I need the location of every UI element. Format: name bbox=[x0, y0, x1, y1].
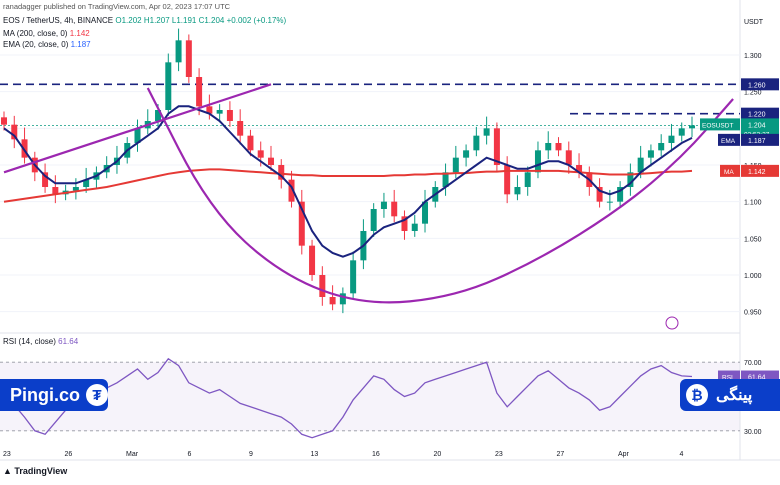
x-tick-label: 6 bbox=[188, 451, 192, 458]
chart-area: USDT1.3001.2501.2001.1501.1001.0501.0000… bbox=[0, 0, 780, 480]
candle-body bbox=[175, 40, 182, 63]
y-tick-label: 1.100 bbox=[744, 200, 762, 207]
rsi-y-tick-label: 30.00 bbox=[744, 429, 762, 436]
candle-body bbox=[452, 157, 459, 173]
x-tick-label: 23 bbox=[495, 451, 503, 458]
currency-label: USDT bbox=[744, 19, 764, 26]
candle-body bbox=[689, 125, 695, 129]
ma-legend: MA (200, close, 0) 1.142 bbox=[3, 29, 90, 38]
ema-legend-label: EMA (20, close, 0) bbox=[3, 40, 69, 49]
candle-body bbox=[380, 201, 387, 209]
candle-body bbox=[370, 209, 377, 231]
chart-svg: USDT1.3001.2501.2001.1501.1001.0501.0000… bbox=[0, 0, 780, 480]
symbol-name: EOS / TetherUS, 4h, BINANCE bbox=[3, 16, 114, 25]
candle-body bbox=[185, 40, 192, 77]
candle-body bbox=[319, 275, 326, 297]
candle-body bbox=[257, 150, 264, 158]
candle-body bbox=[493, 128, 500, 165]
rsi-legend: RSI (14, close) 61.64 bbox=[3, 337, 78, 346]
candle-body bbox=[237, 121, 244, 136]
pingi-logo-right: ₿ پینگی bbox=[680, 379, 780, 411]
candle-body bbox=[534, 150, 541, 173]
ma-tag-label: MA bbox=[724, 169, 734, 176]
y-tick-label: 1.250 bbox=[744, 90, 762, 97]
candle-body bbox=[350, 260, 357, 294]
candle-body bbox=[309, 245, 316, 275]
candle-body bbox=[247, 135, 254, 151]
symbol-tag-label: EOSUSDT bbox=[702, 122, 733, 129]
x-tick-label: 23 bbox=[3, 451, 11, 458]
ema-tag-label: EMA bbox=[721, 138, 736, 145]
last-price-value: 1.204 bbox=[748, 122, 766, 129]
y-tick-label: 1.000 bbox=[744, 273, 762, 280]
candle-body bbox=[555, 143, 562, 151]
x-tick-label: Mar bbox=[126, 451, 139, 458]
x-tick-label: 26 bbox=[65, 451, 73, 458]
close-value: C1.204 bbox=[198, 16, 225, 25]
candle-body bbox=[678, 128, 685, 136]
open-value: O1.202 bbox=[115, 16, 142, 25]
x-tick-label: 9 bbox=[249, 451, 253, 458]
tradingview-logo: ▲ TradingView bbox=[3, 466, 68, 476]
x-tick-label: 4 bbox=[680, 451, 684, 458]
candle-body bbox=[226, 110, 233, 121]
bitcoin-icon: ₿ bbox=[686, 384, 708, 406]
candle-body bbox=[411, 223, 418, 231]
pingi-logo-left: Pingi.co ₮ bbox=[0, 379, 108, 411]
ema-legend: EMA (20, close, 0) 1.187 bbox=[3, 40, 91, 49]
candle-body bbox=[647, 150, 654, 158]
candle-body bbox=[267, 157, 274, 165]
x-tick-label: Apr bbox=[618, 451, 630, 458]
x-tick-label: 16 bbox=[372, 451, 380, 458]
pingi-logo-text-persian: پینگی bbox=[716, 387, 753, 404]
ma-legend-label: MA (200, close, 0) bbox=[3, 29, 68, 38]
candle-body bbox=[1, 117, 7, 125]
rsi-band bbox=[0, 362, 740, 431]
tether-icon: ₮ bbox=[86, 384, 108, 406]
candle-body bbox=[196, 77, 203, 107]
candle-body bbox=[483, 128, 490, 136]
candle-body bbox=[463, 150, 470, 158]
ema-legend-value: 1.187 bbox=[70, 40, 91, 49]
candle-body bbox=[216, 110, 223, 114]
candle-body bbox=[658, 143, 665, 151]
level-label: 1.260 bbox=[748, 82, 766, 89]
tradingview-logo-text: TradingView bbox=[14, 466, 68, 476]
low-value: L1.191 bbox=[171, 16, 197, 25]
y-tick-label: 0.950 bbox=[744, 310, 762, 317]
candle-body bbox=[514, 187, 521, 195]
ma-price-value: 1.142 bbox=[748, 169, 766, 176]
candle-body bbox=[504, 165, 511, 195]
ema-price-value: 1.187 bbox=[748, 138, 766, 145]
rsi-legend-value: 61.64 bbox=[58, 337, 79, 346]
symbol-ohlc-line: EOS / TetherUS, 4h, BINANCE O1.202 H1.20… bbox=[3, 16, 286, 25]
x-tick-label: 13 bbox=[311, 451, 319, 458]
candle-body bbox=[524, 172, 531, 187]
rsi-y-tick-label: 70.00 bbox=[744, 360, 762, 367]
x-tick-label: 20 bbox=[434, 451, 442, 458]
high-value: H1.207 bbox=[143, 16, 170, 25]
published-text: ranadagger published on TradingView.com,… bbox=[3, 2, 231, 11]
candle-body bbox=[165, 62, 172, 110]
rsi-legend-label: RSI (14, close) bbox=[3, 337, 56, 346]
y-tick-label: 1.050 bbox=[744, 236, 762, 243]
y-tick-label: 1.300 bbox=[744, 53, 762, 60]
pingi-logo-text: Pingi.co bbox=[10, 384, 81, 405]
candle-body bbox=[339, 293, 346, 305]
candle-body bbox=[606, 201, 613, 203]
candle-body bbox=[329, 297, 336, 305]
candle-body bbox=[565, 150, 572, 165]
ma-legend-value: 1.142 bbox=[69, 29, 90, 38]
level-label: 1.220 bbox=[748, 112, 766, 119]
candle-body bbox=[391, 201, 398, 217]
candle-body bbox=[473, 135, 480, 151]
candle-body bbox=[545, 143, 552, 151]
change-value: +0.002 (+0.17%) bbox=[226, 16, 287, 25]
x-tick-label: 27 bbox=[557, 451, 565, 458]
candle-body bbox=[668, 135, 675, 143]
